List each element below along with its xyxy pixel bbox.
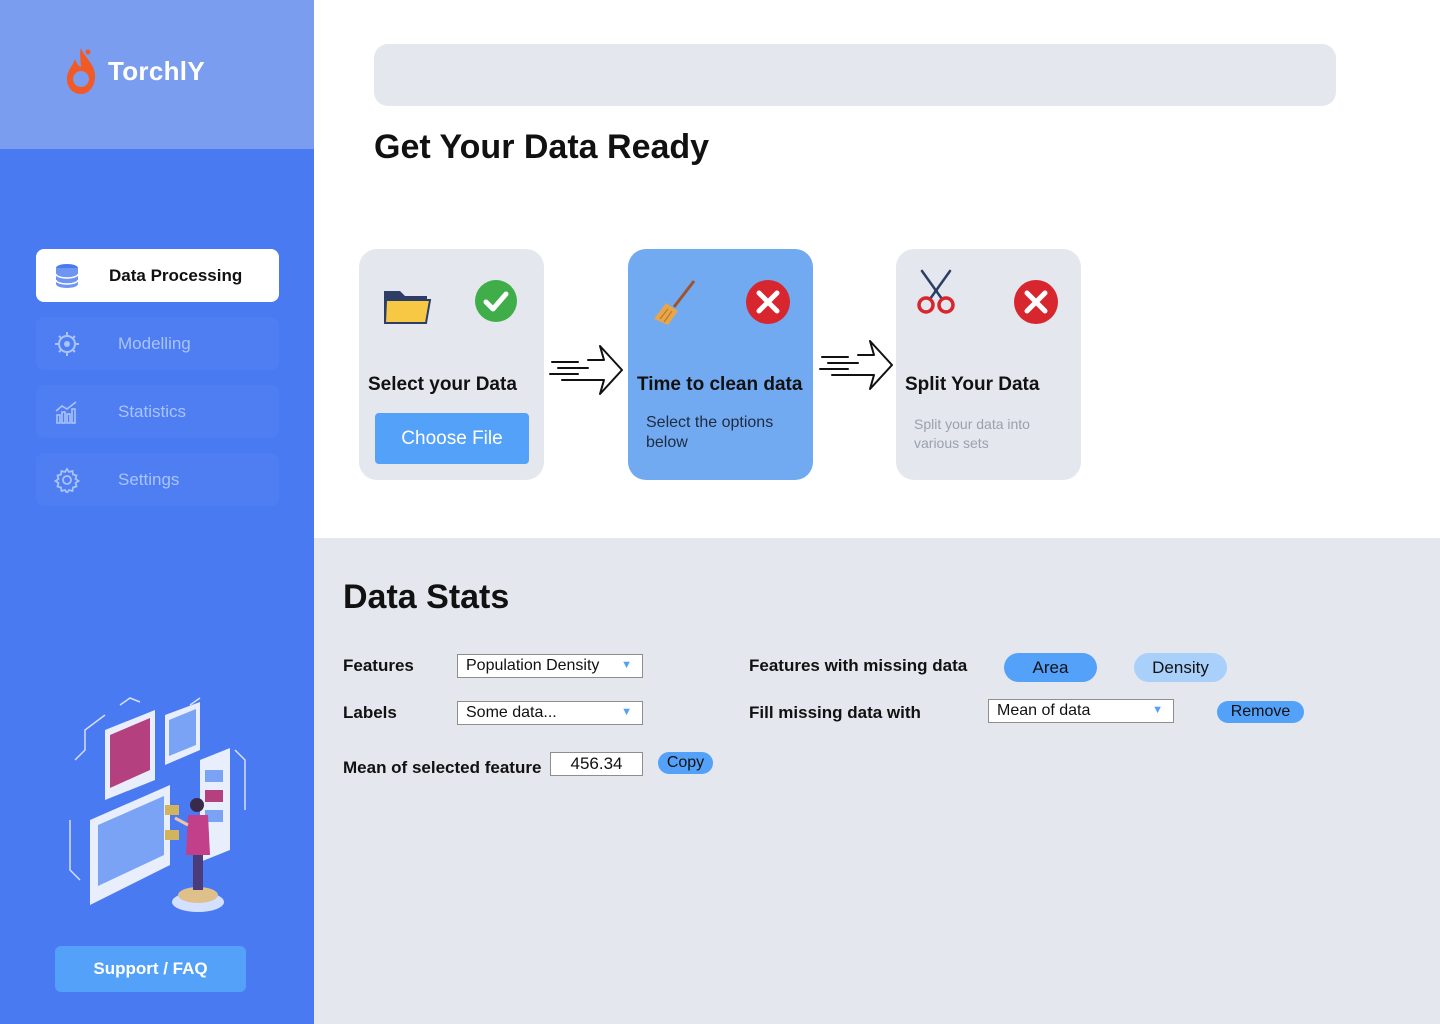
remove-button[interactable]: Remove — [1217, 701, 1304, 723]
features-select[interactable]: Population Density ▼ — [457, 654, 643, 678]
flame-logo-icon — [67, 48, 96, 94]
missing-feature-area-chip[interactable]: Area — [1004, 653, 1097, 682]
scissors-icon — [917, 269, 955, 314]
mean-value-field[interactable]: 456.34 — [550, 752, 643, 776]
step-description: Split your data into various sets — [914, 416, 1030, 451]
missing-data-label: Features with missing data — [749, 656, 968, 675]
broom-icon — [654, 280, 696, 325]
step-card-clean-data: Time to clean data Select the options be… — [628, 249, 813, 480]
bar-chart-icon — [54, 399, 80, 425]
arrow-right-icon — [819, 340, 893, 390]
step-description: Select the options below — [646, 414, 774, 451]
brain-chip-icon — [54, 331, 80, 357]
page-title: Get Your Data Ready — [374, 128, 710, 166]
features-label: Features — [343, 656, 414, 675]
section-title: Data Stats — [343, 578, 510, 616]
sidebar-item-label: Modelling — [118, 333, 191, 353]
sidebar-item-settings[interactable]: Settings — [36, 453, 279, 506]
labels-label: Labels — [343, 703, 397, 722]
choose-file-button[interactable]: Choose File — [375, 413, 529, 464]
fill-method-value: Mean of data — [997, 702, 1091, 719]
sidebar-item-label: Data Processing — [109, 265, 243, 285]
dropdown-caret-icon: ▼ — [621, 659, 632, 671]
arrow-right-icon — [549, 345, 623, 395]
labels-select[interactable]: Some data... ▼ — [457, 701, 643, 725]
sidebar-item-label: Settings — [118, 469, 180, 489]
copy-button[interactable]: Copy — [658, 752, 713, 774]
dropdown-caret-icon: ▼ — [1152, 704, 1163, 716]
missing-feature-density-chip[interactable]: Density — [1134, 653, 1227, 682]
check-icon — [475, 280, 517, 322]
gear-icon — [54, 467, 80, 493]
sidebar-item-data-processing[interactable]: Data Processing — [36, 249, 279, 302]
step-card-select-data: Select your Data Choose File — [359, 249, 544, 480]
mean-label: Mean of selected feature — [343, 758, 542, 777]
folder-icon — [383, 291, 432, 324]
search-input[interactable] — [374, 44, 1336, 106]
sidebar-header: TorchlY — [0, 0, 314, 149]
step-title: Time to clean data — [637, 374, 803, 395]
data-stats-panel: Data Stats Features Population Density ▼… — [314, 538, 1440, 1024]
error-x-icon — [746, 280, 790, 324]
sidebar-item-modelling[interactable]: Modelling — [36, 317, 279, 370]
app-logo[interactable]: TorchlY — [64, 46, 205, 96]
features-select-value: Population Density — [466, 657, 600, 674]
labels-select-value: Some data... — [466, 704, 557, 721]
database-icon — [54, 263, 80, 289]
error-x-icon — [1014, 280, 1058, 324]
sidebar-item-statistics[interactable]: Statistics — [36, 385, 279, 438]
dropdown-caret-icon: ▼ — [621, 706, 632, 718]
step-title: Select your Data — [368, 374, 517, 395]
step-title: Split Your Data — [905, 374, 1040, 395]
step-card-split-data: Split Your Data Split your data into var… — [896, 249, 1081, 480]
sidebar-item-label: Statistics — [118, 401, 187, 421]
fill-method-select[interactable]: Mean of data ▼ — [988, 699, 1174, 723]
dashboard-illustration — [60, 690, 260, 925]
fill-missing-label: Fill missing data with — [749, 703, 921, 722]
app-name: TorchlY — [108, 55, 205, 86]
sidebar: TorchlY Data Processing Modelling Statis… — [0, 0, 314, 1024]
support-faq-button[interactable]: Support / FAQ — [55, 946, 246, 992]
